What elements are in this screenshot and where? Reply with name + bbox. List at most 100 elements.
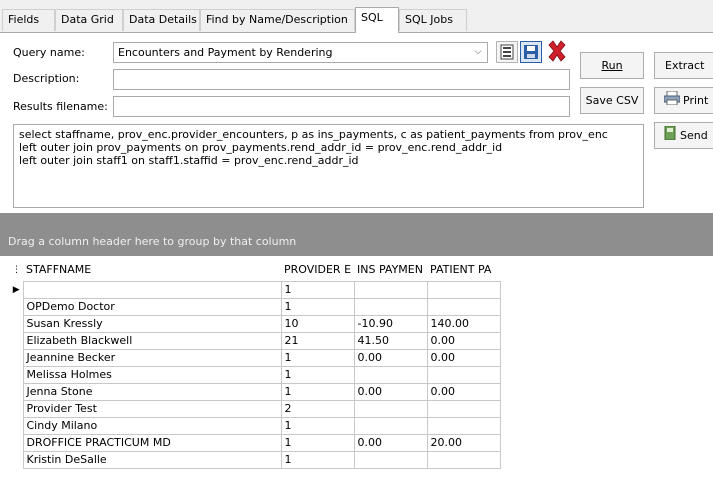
table-cell[interactable]: 1 — [280, 382, 355, 401]
tab-data-details[interactable]: Data Details — [123, 9, 200, 31]
sql-editor[interactable]: select staffname, prov_enc.provider_enco… — [13, 124, 644, 208]
table-cell[interactable]: Kristin DeSalle — [22, 450, 282, 469]
table-cell[interactable] — [426, 416, 501, 435]
save-csv-button[interactable]: Save CSV — [580, 87, 644, 114]
printer-icon — [663, 89, 681, 114]
table-cell[interactable]: Jeannine Becker — [22, 348, 282, 367]
row-indicator — [10, 417, 23, 434]
chevron-down-icon[interactable]: ⌵ — [471, 45, 485, 60]
table-cell[interactable]: OPDemo Doctor — [22, 297, 282, 316]
tab-sql-jobs[interactable]: SQL Jobs — [399, 9, 467, 31]
table-cell[interactable] — [426, 399, 501, 418]
table-cell[interactable]: 0.00 — [426, 382, 501, 401]
save-as-icon[interactable] — [520, 41, 542, 63]
table-cell[interactable]: Elizabeth Blackwell — [22, 331, 282, 350]
row-pointer-icon: ▶ — [12, 284, 20, 295]
table-cell[interactable] — [353, 297, 428, 316]
save-icon[interactable] — [496, 41, 518, 63]
send-label: Send — [680, 129, 708, 142]
table-cell[interactable]: 0.00 — [426, 331, 501, 350]
results-filename-field[interactable] — [113, 96, 570, 117]
column-chooser-icon[interactable]: ⋮ — [10, 259, 23, 281]
table-cell[interactable]: Susan Kressly — [22, 314, 282, 333]
column-header-ins-payments[interactable]: INS PAYMEN — [354, 259, 427, 281]
save-csv-label: Save CSV — [585, 94, 639, 107]
table-cell[interactable]: 0.00 — [426, 348, 501, 367]
table-cell[interactable] — [426, 365, 501, 384]
row-indicator — [10, 298, 23, 315]
table-cell[interactable]: 20.00 — [426, 433, 501, 452]
extract-label: Extract — [665, 59, 705, 72]
row-indicator — [10, 400, 23, 417]
table-cell[interactable]: 0.00 — [353, 433, 428, 452]
description-label: Description: — [13, 72, 80, 85]
grid-header-row: ⋮ STAFFNAME PROVIDER E INS PAYMEN PATIEN… — [10, 259, 500, 281]
table-row[interactable]: Melissa Holmes 1 — [10, 365, 501, 384]
tab-find-by-name[interactable]: Find by Name/Description — [200, 9, 355, 31]
table-cell[interactable]: 1 — [280, 280, 355, 299]
delete-icon[interactable] — [545, 40, 569, 64]
table-cell[interactable] — [426, 297, 501, 316]
table-cell[interactable] — [22, 280, 282, 299]
row-indicator — [10, 366, 23, 383]
table-cell[interactable]: 10 — [280, 314, 355, 333]
table-cell[interactable]: 0.00 — [353, 382, 428, 401]
table-row[interactable]: Jeannine Becker 1 0.00 0.00 — [10, 348, 501, 367]
table-cell[interactable]: Jenna Stone — [22, 382, 282, 401]
table-row[interactable]: Cindy Milano 1 — [10, 416, 501, 435]
results-grid: ⋮ STAFFNAME PROVIDER E INS PAYMEN PATIEN… — [0, 256, 713, 499]
send-button[interactable]: Send — [654, 122, 713, 149]
description-field[interactable] — [113, 69, 570, 90]
table-cell[interactable] — [426, 450, 501, 469]
print-button[interactable]: Print — [654, 87, 713, 114]
column-header-provider-encounters[interactable]: PROVIDER E — [281, 259, 354, 281]
table-cell[interactable] — [426, 280, 501, 299]
table-cell[interactable]: 2 — [280, 399, 355, 418]
table-cell[interactable]: 1 — [280, 297, 355, 316]
table-cell[interactable]: Provider Test — [22, 399, 282, 418]
tab-data-grid[interactable]: Data Grid — [55, 9, 123, 31]
table-cell[interactable]: 140.00 — [426, 314, 501, 333]
tab-sql[interactable]: SQL — [355, 7, 399, 33]
table-row[interactable]: Kristin DeSalle 1 — [10, 450, 501, 469]
table-cell[interactable]: 0.00 — [353, 348, 428, 367]
table-cell[interactable]: 1 — [280, 348, 355, 367]
row-indicator — [10, 383, 23, 400]
table-cell[interactable] — [353, 365, 428, 384]
row-indicator — [10, 349, 23, 366]
table-cell[interactable]: 1 — [280, 365, 355, 384]
run-button[interactable]: Run — [580, 52, 644, 79]
column-header-patient-payments[interactable]: PATIENT PA — [427, 259, 500, 281]
group-by-hint: Drag a column header here to group by th… — [8, 235, 297, 248]
row-indicator — [10, 451, 23, 468]
table-row[interactable]: OPDemo Doctor 1 — [10, 297, 501, 316]
row-indicator — [10, 315, 23, 332]
table-cell[interactable]: 21 — [280, 331, 355, 350]
extract-button[interactable]: Extract — [654, 52, 713, 79]
table-row[interactable]: ▶ 1 — [10, 280, 501, 299]
table-cell[interactable]: Melissa Holmes — [22, 365, 282, 384]
table-cell[interactable]: Cindy Milano — [22, 416, 282, 435]
query-name-combo[interactable]: Encounters and Payment by Rendering ⌵ — [113, 42, 488, 63]
send-icon — [664, 124, 676, 149]
table-row[interactable]: Susan Kressly 10 -10.90 140.00 — [10, 314, 501, 333]
table-cell[interactable] — [353, 399, 428, 418]
table-cell[interactable]: 1 — [280, 450, 355, 469]
table-cell[interactable]: 41.50 — [353, 331, 428, 350]
run-label: Run — [601, 59, 623, 72]
table-row[interactable]: DROFFICE PRACTICUM MD 1 0.00 20.00 — [10, 433, 501, 452]
table-cell[interactable]: DROFFICE PRACTICUM MD — [22, 433, 282, 452]
table-cell[interactable]: 1 — [280, 416, 355, 435]
table-cell[interactable]: -10.90 — [353, 314, 428, 333]
table-cell[interactable] — [353, 416, 428, 435]
table-cell[interactable]: 1 — [280, 433, 355, 452]
table-row[interactable]: Elizabeth Blackwell 21 41.50 0.00 — [10, 331, 501, 350]
table-cell[interactable] — [353, 280, 428, 299]
results-filename-label: Results filename: — [13, 100, 108, 113]
column-header-staffname[interactable]: STAFFNAME — [23, 259, 281, 281]
row-indicator — [10, 332, 23, 349]
table-row[interactable]: Provider Test 2 — [10, 399, 501, 418]
tab-fields[interactable]: Fields — [2, 9, 55, 31]
table-row[interactable]: Jenna Stone 1 0.00 0.00 — [10, 382, 501, 401]
table-cell[interactable] — [353, 450, 428, 469]
